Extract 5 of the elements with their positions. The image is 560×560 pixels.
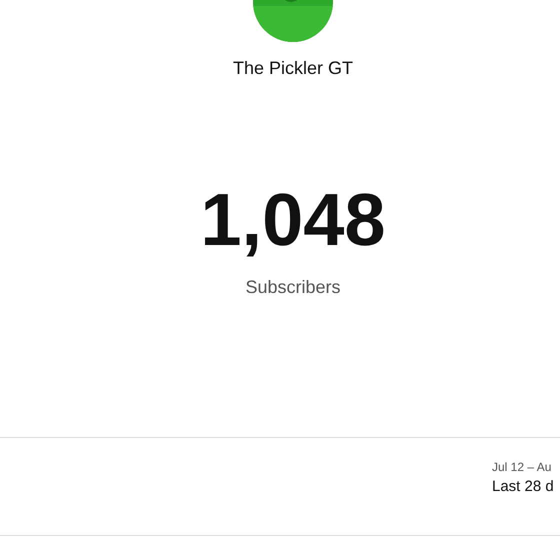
channel-name: The Pickler GT — [232, 58, 354, 79]
date-range: Jul 12 – Au — [492, 460, 552, 474]
period-label: Last 28 d — [492, 478, 554, 495]
subscribers-label: Subscribers — [245, 277, 341, 298]
subscriber-count: 1,048 — [200, 183, 386, 257]
